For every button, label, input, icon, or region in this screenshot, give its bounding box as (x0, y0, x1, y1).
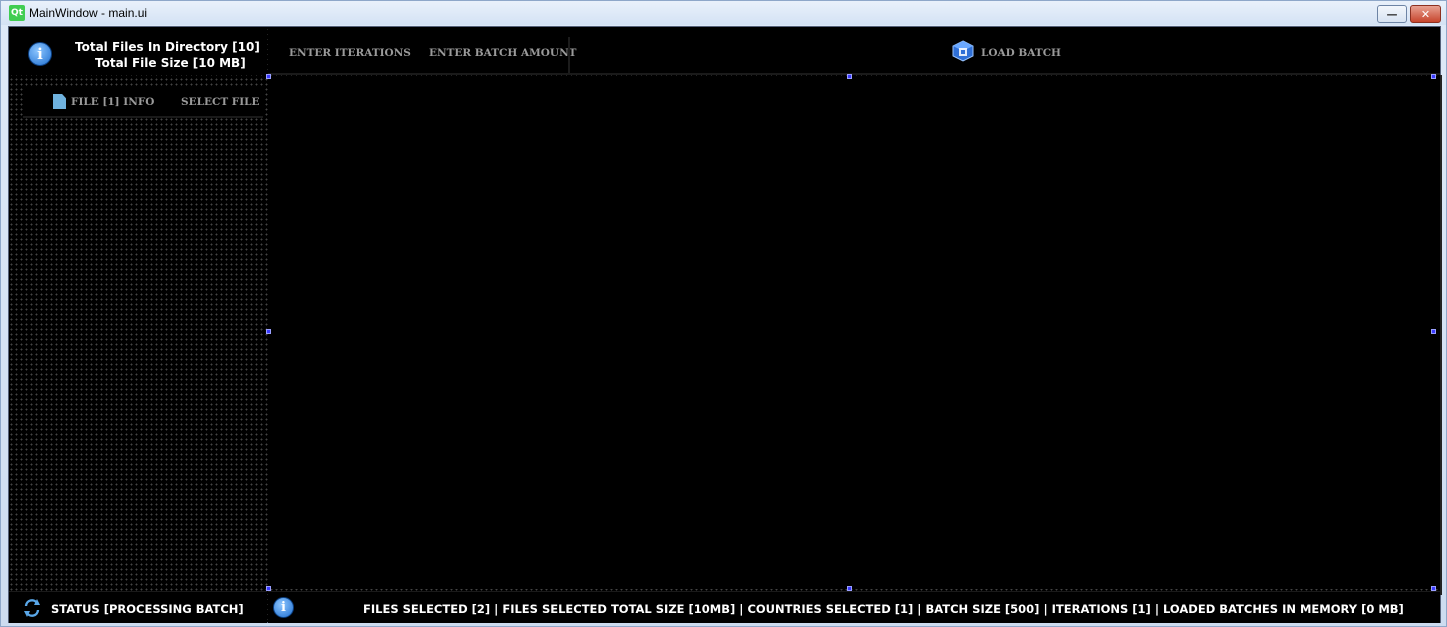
cube-icon (952, 40, 974, 62)
total-files-label: Total Files In Directory [10] (75, 40, 260, 54)
main-content-area[interactable] (266, 74, 1440, 591)
minimize-icon: — (1386, 7, 1398, 21)
info-icon: i (273, 597, 294, 618)
toolbar-divider (568, 37, 570, 73)
tab-file-info[interactable]: FILE [1] INFO (71, 96, 154, 108)
file-panel: FILE [1] INFO SELECT FILE (9, 76, 267, 591)
file-tab-bar: FILE [1] INFO SELECT FILE (23, 88, 263, 118)
refresh-icon (24, 599, 40, 617)
minimize-button[interactable]: — (1377, 5, 1407, 23)
vertical-scrollbar[interactable] (1440, 75, 1442, 595)
directory-info: i Total Files In Directory [10] Total Fi… (9, 27, 267, 75)
tab-select-file[interactable]: SELECT FILE (181, 96, 260, 108)
form-canvas: i Total Files In Directory [10] Total Fi… (8, 26, 1442, 623)
title-bar[interactable]: Qt MainWindow - main.ui — ✕ (1, 1, 1446, 25)
selection-summary: FILES SELECTED [2] | FILES SELECTED TOTA… (363, 602, 1404, 616)
resize-handle[interactable] (1431, 329, 1436, 334)
resize-handle[interactable] (266, 329, 271, 334)
info-icon: i (28, 42, 52, 66)
file-icon (53, 94, 66, 109)
resize-handle[interactable] (847, 74, 852, 79)
status-bar-left: STATUS [PROCESSING BATCH] (9, 591, 267, 623)
enter-batch-amount-button[interactable]: ENTER BATCH AMOUNT (429, 47, 576, 59)
total-size-label: Total File Size [10 MB] (95, 56, 246, 70)
window-title: MainWindow - main.ui (29, 6, 148, 20)
enter-iterations-button[interactable]: ENTER ITERATIONS (289, 47, 411, 59)
resize-handle[interactable] (266, 74, 271, 79)
close-icon: ✕ (1420, 7, 1431, 21)
qt-logo-icon: Qt (9, 5, 25, 21)
close-button[interactable]: ✕ (1410, 5, 1441, 23)
top-toolbar: ENTER ITERATIONS ENTER BATCH AMOUNT LOAD… (268, 27, 1440, 75)
status-bar-right: i FILES SELECTED [2] | FILES SELECTED TO… (268, 591, 1440, 623)
load-batch-button[interactable]: LOAD BATCH (981, 47, 1061, 59)
resize-handle[interactable] (1431, 74, 1436, 79)
status-label: STATUS [PROCESSING BATCH] (51, 602, 244, 616)
main-window: Qt MainWindow - main.ui — ✕ i Total File… (0, 0, 1447, 627)
